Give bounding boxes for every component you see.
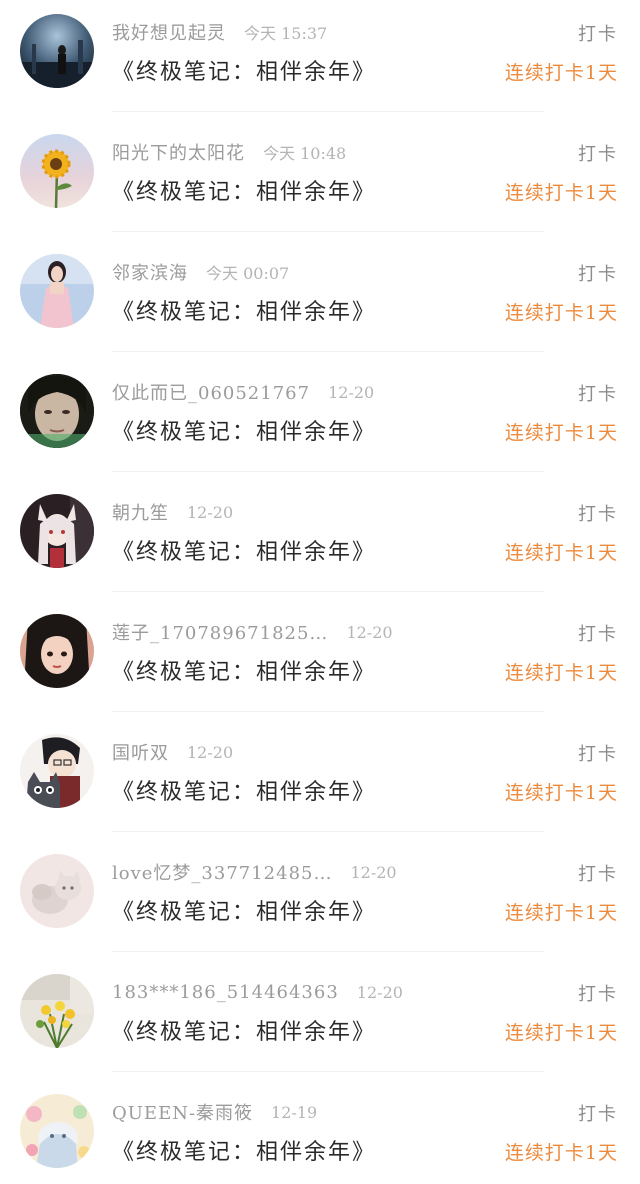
username[interactable]: 朝九笙 [112, 499, 169, 525]
streak-label: 连续打卡1天 [504, 182, 618, 204]
streak-label: 连续打卡1天 [504, 782, 618, 804]
timestamp: 12-20 [328, 382, 375, 402]
list-item[interactable]: 183***186_514464363 12-20 《终极笔记：相伴余年》 打卡… [0, 960, 640, 1080]
drawn-girl-avatar-icon[interactable] [20, 614, 94, 688]
user-meta: 国听双 12-20 [112, 738, 233, 766]
checkin-label: 打卡 [578, 504, 618, 525]
checkin-label: 打卡 [578, 1104, 618, 1125]
night-figure-avatar-icon[interactable] [20, 14, 94, 88]
user-meta: QUEEN-秦雨筱 12-19 [112, 1098, 317, 1126]
user-meta: 183***186_514464363 12-20 [112, 978, 403, 1006]
checkin-label: 打卡 [578, 984, 618, 1005]
streak-label: 连续打卡1天 [504, 1022, 618, 1044]
username[interactable]: 仅此而已_060521767 [112, 379, 310, 405]
divider [112, 231, 544, 232]
timestamp: 12-19 [271, 1102, 318, 1122]
flowers-avatar-icon[interactable] [20, 974, 94, 1048]
user-meta: love忆梦_337712485… 12-20 [112, 858, 397, 886]
checkin-label: 打卡 [578, 864, 618, 885]
timestamp: 12-20 [187, 502, 234, 522]
divider [112, 591, 544, 592]
list-item[interactable]: 朝九笙 12-20 《终极笔记：相伴余年》 打卡 连续打卡1天 [0, 480, 640, 600]
list-item[interactable]: 我好想见起灵 今天 15:37 《终极笔记：相伴余年》 打卡 连续打卡1天 [0, 0, 640, 120]
list-item[interactable]: 国听双 12-20 《终极笔记：相伴余年》 打卡 连续打卡1天 [0, 720, 640, 840]
streak-label: 连续打卡1天 [504, 1142, 618, 1164]
username[interactable]: 国听双 [112, 739, 169, 765]
face-closeup-avatar-icon[interactable] [20, 374, 94, 448]
anime-fox-girl-avatar-icon[interactable] [20, 494, 94, 568]
kitten-avatar-icon[interactable] [20, 854, 94, 928]
list-item[interactable]: 邻家滨海 今天 00:07 《终极笔记：相伴余年》 打卡 连续打卡1天 [0, 240, 640, 360]
checkin-label: 打卡 [578, 144, 618, 165]
list-item[interactable]: QUEEN-秦雨筱 12-19 《终极笔记：相伴余年》 打卡 连续打卡1天 [0, 1080, 640, 1184]
timestamp: 今天 15:37 [244, 24, 328, 43]
girl-photo-avatar-icon[interactable] [20, 254, 94, 328]
username[interactable]: 我好想见起灵 [112, 19, 226, 45]
book-title[interactable]: 《终极笔记：相伴余年》 [112, 1014, 376, 1046]
book-title[interactable]: 《终极笔记：相伴余年》 [112, 54, 376, 86]
checkin-label: 打卡 [578, 384, 618, 405]
divider [112, 351, 544, 352]
checkin-label: 打卡 [578, 624, 618, 645]
timestamp: 12-20 [187, 742, 234, 762]
timestamp: 12-20 [346, 622, 393, 642]
user-meta: 阳光下的太阳花 今天 10:48 [112, 138, 346, 166]
list-item[interactable]: love忆梦_337712485… 12-20 《终极笔记：相伴余年》 打卡 连… [0, 840, 640, 960]
book-title[interactable]: 《终极笔记：相伴余年》 [112, 774, 376, 806]
timestamp: 12-20 [356, 982, 403, 1002]
divider [112, 951, 544, 952]
user-meta: 邻家滨海 今天 00:07 [112, 258, 289, 286]
timestamp: 今天 00:07 [206, 264, 290, 283]
checkin-label: 打卡 [578, 744, 618, 765]
list-item[interactable]: 莲子_170789671825… 12-20 《终极笔记：相伴余年》 打卡 连续… [0, 600, 640, 720]
timestamp: 今天 10:48 [263, 144, 347, 163]
user-meta: 朝九笙 12-20 [112, 498, 233, 526]
username[interactable]: love忆梦_337712485… [112, 859, 332, 885]
streak-label: 连续打卡1天 [504, 662, 618, 684]
list-item[interactable]: 仅此而已_060521767 12-20 《终极笔记：相伴余年》 打卡 连续打卡… [0, 360, 640, 480]
anime-boy-cat-avatar-icon[interactable] [20, 734, 94, 808]
streak-label: 连续打卡1天 [504, 902, 618, 924]
book-title[interactable]: 《终极笔记：相伴余年》 [112, 1134, 376, 1166]
pastel-illustration-avatar-icon[interactable] [20, 1094, 94, 1168]
book-title[interactable]: 《终极笔记：相伴余年》 [112, 174, 376, 206]
username[interactable]: 阳光下的太阳花 [112, 139, 245, 165]
book-title[interactable]: 《终极笔记：相伴余年》 [112, 414, 376, 446]
username[interactable]: 莲子_170789671825… [112, 619, 328, 645]
book-title[interactable]: 《终极笔记：相伴余年》 [112, 894, 376, 926]
checkin-list: 我好想见起灵 今天 15:37 《终极笔记：相伴余年》 打卡 连续打卡1天 阳光 [0, 0, 640, 1184]
book-title[interactable]: 《终极笔记：相伴余年》 [112, 654, 376, 686]
divider [112, 831, 544, 832]
streak-label: 连续打卡1天 [504, 422, 618, 444]
streak-label: 连续打卡1天 [504, 62, 618, 84]
username[interactable]: 183***186_514464363 [112, 982, 339, 1003]
user-meta: 莲子_170789671825… 12-20 [112, 618, 393, 646]
checkin-label: 打卡 [578, 264, 618, 285]
book-title[interactable]: 《终极笔记：相伴余年》 [112, 534, 376, 566]
streak-label: 连续打卡1天 [504, 302, 618, 324]
divider [112, 471, 544, 472]
divider [112, 711, 544, 712]
user-meta: 仅此而已_060521767 12-20 [112, 378, 374, 406]
user-meta: 我好想见起灵 今天 15:37 [112, 18, 327, 46]
username[interactable]: 邻家滨海 [112, 259, 188, 285]
checkin-label: 打卡 [578, 24, 618, 45]
timestamp: 12-20 [350, 862, 397, 882]
divider [112, 111, 544, 112]
username[interactable]: QUEEN-秦雨筱 [112, 1099, 253, 1125]
divider [112, 1071, 544, 1072]
sunflower-avatar-icon[interactable] [20, 134, 94, 208]
book-title[interactable]: 《终极笔记：相伴余年》 [112, 294, 376, 326]
list-item[interactable]: 阳光下的太阳花 今天 10:48 《终极笔记：相伴余年》 打卡 连续打卡1天 [0, 120, 640, 240]
streak-label: 连续打卡1天 [504, 542, 618, 564]
